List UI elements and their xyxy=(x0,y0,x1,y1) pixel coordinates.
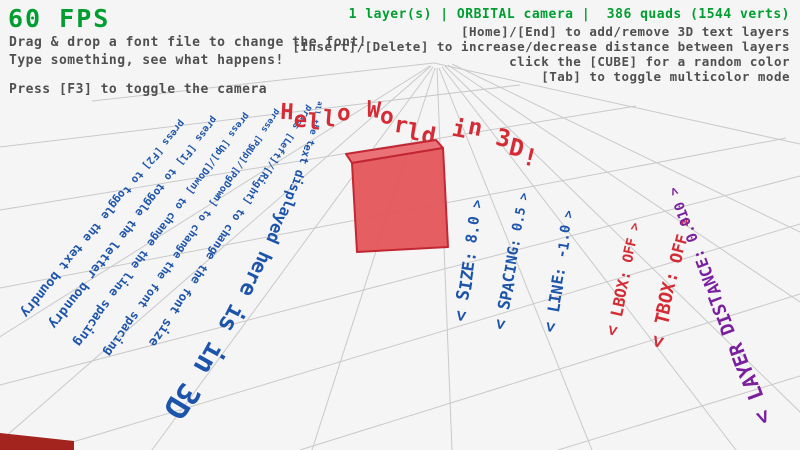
layer-camera-status: 1 layer(s) | ORBITAL camera | 386 quads … xyxy=(349,7,790,22)
hint-cube-random-color: click the [CUBE] for a random color xyxy=(509,54,790,69)
hint-add-remove-layers: [Home]/[End] to add/remove 3D text layer… xyxy=(461,24,790,39)
hint-type-something: Type something, see what happens! xyxy=(9,53,284,68)
hint-layer-distance: [Insert]/[Delete] to increase/decrease d… xyxy=(292,39,790,54)
viewport-3d[interactable]: allthetextdisplayedhereisin3D press[F2]t… xyxy=(0,0,800,450)
hint-toggle-camera: Press [F3] to toggle the camera xyxy=(9,82,267,97)
fps-counter: 60 FPS xyxy=(8,4,110,33)
hint-multicolor-mode: [Tab] to toggle multicolor mode xyxy=(541,69,790,84)
